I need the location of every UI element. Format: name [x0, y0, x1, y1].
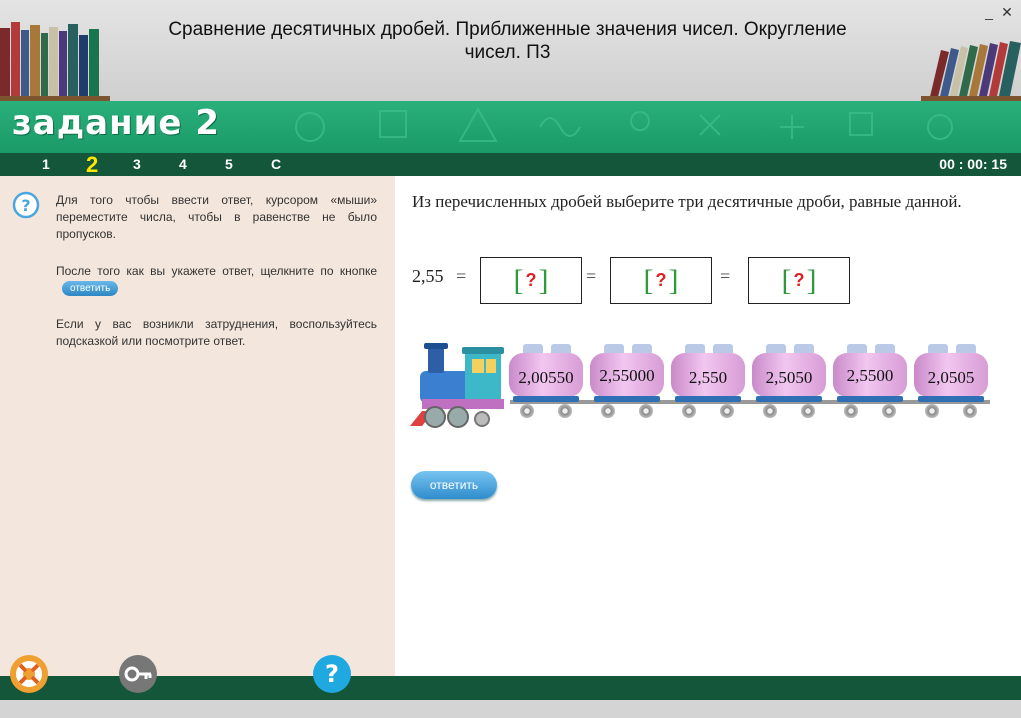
- timer: 00 : 00: 15: [939, 156, 1007, 172]
- train-car-2[interactable]: 2,55000: [588, 344, 666, 406]
- task-banner: задание 2: [0, 101, 1021, 153]
- train-car-5[interactable]: 2,5500: [831, 344, 909, 406]
- train: 2,00550 2,55000 2,550 2,5050 2,5500 2,05…: [410, 341, 990, 431]
- given-value: 2,55: [412, 266, 444, 286]
- car-cap: [766, 344, 786, 353]
- bottom-strip: [0, 700, 1021, 718]
- car-cap: [713, 344, 733, 353]
- help-circle-icon: ?: [12, 191, 40, 219]
- slot-placeholder: ?: [655, 270, 667, 290]
- minimize-button[interactable]: _: [980, 4, 998, 22]
- locomotive-illustration: [410, 343, 504, 428]
- svg-text:?: ?: [325, 660, 339, 688]
- svg-text:?: ?: [21, 196, 30, 215]
- slot-placeholder: ?: [525, 270, 537, 290]
- equals-sign: =: [720, 266, 731, 286]
- train-car-4[interactable]: 2,5050: [750, 344, 828, 406]
- wheel: [520, 404, 534, 418]
- bracket-close: ]: [668, 263, 679, 297]
- car-base: [594, 396, 660, 402]
- task-area: Из перечисленных дробей выберите три дес…: [395, 176, 1021, 676]
- wheel: [682, 404, 696, 418]
- car-value: 2,5500: [846, 366, 894, 385]
- car-base: [675, 396, 741, 402]
- bracket-open: [: [781, 263, 792, 297]
- wheel: [558, 404, 572, 418]
- train-car-3[interactable]: 2,550: [669, 344, 747, 406]
- answer-slot-1[interactable]: [?]: [480, 257, 582, 304]
- nav-item-5[interactable]: 5: [225, 153, 233, 176]
- bracket-open: [: [643, 263, 654, 297]
- wheel: [720, 404, 734, 418]
- task-title: задание 2: [12, 103, 220, 143]
- slot-placeholder: ?: [793, 270, 805, 290]
- car-cap: [875, 344, 895, 353]
- answer-slot-2[interactable]: [?]: [610, 257, 712, 304]
- car-value: 2,55000: [599, 366, 655, 385]
- car-cap: [928, 344, 948, 353]
- nav-item-1[interactable]: 1: [42, 153, 50, 176]
- instruction-paragraph-3: Если у вас возникли затруднения, восполь…: [56, 317, 377, 348]
- car-cap: [604, 344, 624, 353]
- window-header: Сравнение десятичных дробей. Приближенны…: [0, 0, 1021, 101]
- question-text: Из перечисленных дробей выберите три дес…: [412, 192, 962, 211]
- key-icon[interactable]: [118, 654, 158, 694]
- wheel: [882, 404, 896, 418]
- wheel: [963, 404, 977, 418]
- wheel: [844, 404, 858, 418]
- wheel: [639, 404, 653, 418]
- wheel: [601, 404, 615, 418]
- car-cap: [847, 344, 867, 353]
- inline-answer-button: ответить: [62, 281, 119, 297]
- answer-slot-3[interactable]: [?]: [748, 257, 850, 304]
- car-value: 2,0505: [927, 368, 975, 387]
- bracket-close: ]: [538, 263, 549, 297]
- car-value: 2,550: [688, 368, 728, 387]
- car-cap: [523, 344, 543, 353]
- car-base: [513, 396, 579, 402]
- window-title: Сравнение десятичных дробей. Приближенны…: [168, 19, 847, 63]
- instruction-paragraph-2: После того как вы укажете ответ, щелкнит…: [56, 263, 377, 297]
- instruction-paragraph-1: Для того чтобы ввести ответ, курсором «м…: [56, 193, 377, 241]
- instructions-panel: ? Для того чтобы ввести ответ, курсором …: [0, 176, 395, 676]
- task-navigation-bar: 1 2 3 4 5 С 00 : 00: 15: [0, 153, 1021, 176]
- nav-item-4[interactable]: 4: [179, 153, 187, 176]
- bracket-open: [: [513, 263, 524, 297]
- equals-sign: =: [586, 266, 597, 286]
- car-base: [837, 396, 903, 402]
- wheel: [801, 404, 815, 418]
- close-button[interactable]: ✕: [998, 4, 1016, 22]
- car-cap: [551, 344, 571, 353]
- car-cap: [632, 344, 652, 353]
- car-base: [918, 396, 984, 402]
- train-car-1[interactable]: 2,00550: [507, 344, 585, 406]
- wheel: [763, 404, 777, 418]
- nav-item-2-active[interactable]: 2: [86, 153, 98, 176]
- instruction-paragraph-2-text: После того как вы укажете ответ, щелкнит…: [56, 264, 377, 278]
- answer-button[interactable]: ответить: [411, 471, 497, 499]
- equals-sign: =: [456, 266, 467, 286]
- bookshelf-left-illustration: [0, 22, 110, 101]
- car-value: 2,00550: [518, 368, 574, 387]
- train-car-6[interactable]: 2,0505: [912, 344, 990, 406]
- nav-item-check[interactable]: С: [271, 153, 281, 176]
- bracket-close: ]: [806, 263, 817, 297]
- nav-item-3[interactable]: 3: [133, 153, 141, 176]
- car-cap: [794, 344, 814, 353]
- car-cap: [956, 344, 976, 353]
- car-value: 2,5050: [765, 368, 813, 387]
- lifebuoy-icon[interactable]: [9, 654, 49, 694]
- wheel: [925, 404, 939, 418]
- car-cap: [685, 344, 705, 353]
- question-icon[interactable]: ?: [312, 654, 352, 694]
- car-base: [756, 396, 822, 402]
